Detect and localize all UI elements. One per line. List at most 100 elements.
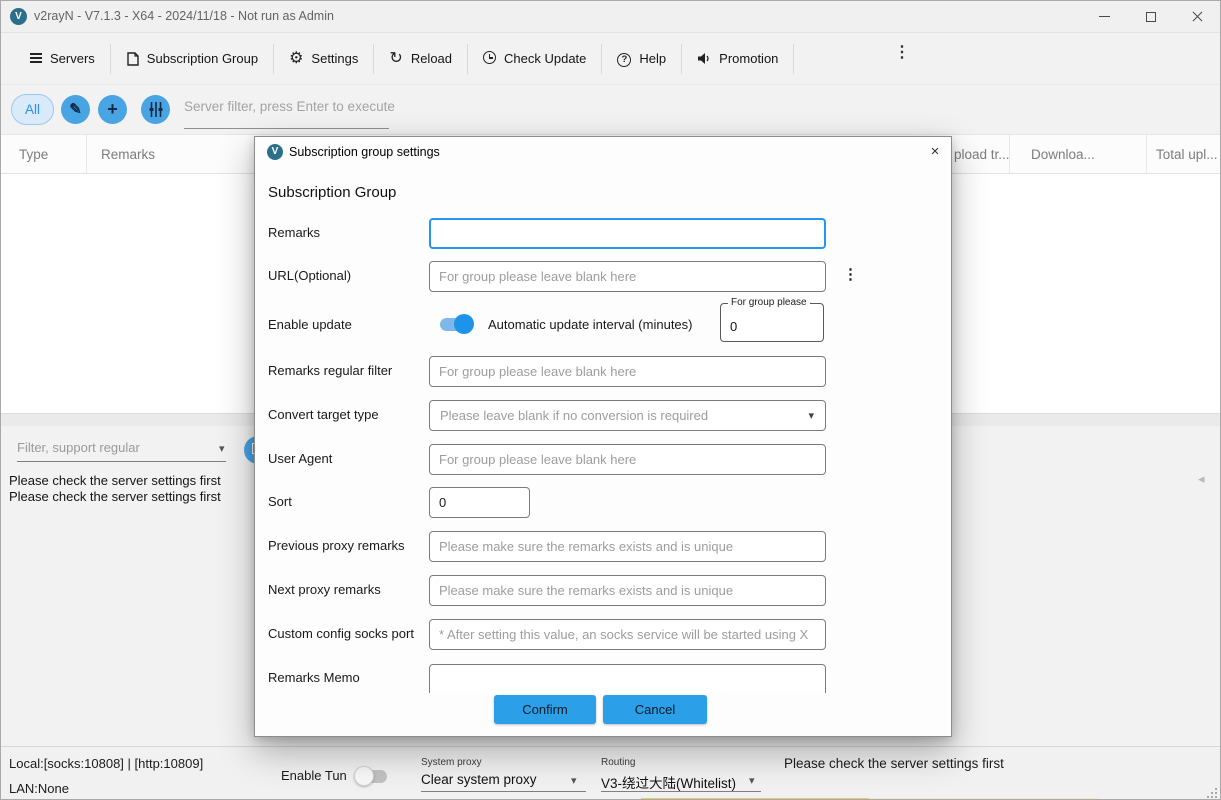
chevron-down-icon: ▾ (749, 774, 755, 787)
window-title: v2rayN - V7.1.3 - X64 - 2024/11/18 - Not… (34, 1, 334, 32)
sort-filter-button[interactable] (141, 95, 170, 124)
maximize-icon (1146, 12, 1156, 22)
previous-proxy-remarks-input[interactable] (429, 531, 826, 562)
system-proxy-underline (421, 791, 586, 792)
label-custom-config-socks-port: Custom config socks port (268, 626, 414, 641)
label-previous-proxy-remarks: Previous proxy remarks (268, 538, 405, 553)
close-button[interactable] (1174, 1, 1220, 32)
update-interval-field[interactable]: For group please 0 (720, 303, 824, 342)
maximize-button[interactable] (1128, 1, 1174, 32)
menu-overflow-kebab-icon[interactable]: ⋮ (894, 42, 910, 62)
reload-icon: ↻ (389, 51, 402, 67)
column-header-type[interactable]: Type (19, 147, 48, 162)
url-more-kebab-icon[interactable]: ⋮ (843, 265, 858, 283)
confirm-button[interactable]: Confirm (494, 695, 596, 724)
edit-group-button[interactable]: ✎ (61, 95, 90, 124)
label-remarks-memo: Remarks Memo (268, 670, 360, 685)
routing-label: Routing (601, 757, 635, 768)
chevron-down-icon: ▾ (571, 774, 577, 787)
menu-subscription-group[interactable]: Subscription Group (111, 43, 273, 75)
dialog-title: Subscription group settings (289, 145, 440, 159)
column-header-remarks[interactable]: Remarks (101, 147, 155, 162)
minimize-icon (1099, 16, 1110, 17)
servers-icon (30, 52, 42, 66)
local-ports-text: Local:[socks:10808] | [http:10809] (9, 756, 203, 771)
next-proxy-remarks-input[interactable] (429, 575, 826, 606)
label-remarks: Remarks (268, 225, 320, 240)
update-interval-value: 0 (730, 319, 737, 334)
resize-grip[interactable] (1215, 796, 1217, 798)
promotion-icon (697, 52, 711, 65)
menu-label: Subscription Group (147, 51, 258, 66)
group-tab-all[interactable]: All (11, 94, 54, 125)
pencil-icon: ✎ (61, 95, 90, 124)
log-message: Please check the server settings first (9, 489, 221, 504)
system-proxy-select[interactable]: Clear system proxy (421, 772, 537, 787)
enable-update-toggle[interactable] (437, 314, 474, 334)
cancel-button[interactable]: Cancel (603, 695, 707, 724)
menu-divider (793, 44, 794, 74)
menu-label: Servers (50, 51, 95, 66)
help-icon: ? (617, 50, 631, 67)
label-sort: Sort (268, 494, 292, 509)
sliders-icon (141, 95, 170, 117)
select-placeholder: Please leave blank if no conversion is r… (440, 408, 708, 423)
column-header-total-upload[interactable]: Total upl... (1156, 147, 1218, 162)
label-url-optional: URL(Optional) (268, 268, 351, 283)
column-header-download[interactable]: Downloa... (1031, 147, 1095, 162)
log-message: Please check the server settings first (9, 473, 221, 488)
subscription-group-icon (126, 52, 139, 66)
log-filter-combobox[interactable]: Filter, support regular (17, 440, 140, 455)
convert-target-type-select[interactable]: Please leave blank if no conversion is r… (429, 400, 826, 431)
routing-select[interactable]: V3-绕过大陆(Whitelist) (601, 772, 736, 792)
menu-bar: Servers Subscription Group ⚙ Settings ↻ … (1, 33, 1220, 85)
v2rayn-logo-icon: V (267, 144, 283, 160)
enable-tun-label: Enable Tun (281, 768, 347, 783)
url-input[interactable] (429, 261, 826, 292)
log-filter-underline (17, 461, 226, 462)
menu-check-update[interactable]: Check Update (468, 43, 601, 75)
enable-tun-toggle[interactable] (354, 766, 391, 786)
column-header-upload[interactable]: pload tr... (954, 147, 1010, 162)
menu-label: Reload (411, 51, 452, 66)
column-divider (1009, 135, 1010, 174)
add-group-button[interactable]: + (98, 95, 127, 124)
remarks-input[interactable] (429, 218, 826, 249)
gear-icon: ⚙ (289, 51, 303, 67)
server-filter-input[interactable]: Server filter, press Enter to execute (184, 99, 395, 114)
routing-underline (601, 791, 761, 792)
toggle-thumb (454, 314, 474, 334)
check-update-icon (483, 51, 496, 66)
menu-reload[interactable]: ↻ Reload (374, 43, 467, 75)
plus-icon: + (98, 95, 127, 124)
dialog-title-bar: V Subscription group settings × (255, 137, 951, 167)
menu-help[interactable]: ? Help (602, 43, 681, 75)
v2rayn-logo-icon: V (10, 8, 27, 25)
column-divider (1146, 135, 1147, 174)
dialog-close-icon[interactable]: × (923, 141, 947, 163)
minimize-button[interactable] (1082, 1, 1128, 32)
lan-text: LAN:None (9, 781, 69, 796)
menu-promotion[interactable]: Promotion (682, 43, 793, 75)
menu-label: Promotion (719, 51, 778, 66)
label-next-proxy-remarks: Next proxy remarks (268, 582, 381, 597)
remarks-regular-filter-input[interactable] (429, 356, 826, 387)
update-interval-floating-label: For group please (728, 297, 810, 308)
label-enable-update: Enable update (268, 317, 352, 332)
menu-servers[interactable]: Servers (15, 43, 110, 75)
custom-config-socks-port-input[interactable] (429, 619, 826, 650)
server-toolbar: All ✎ + Server filter, press Enter to ex… (1, 85, 1220, 134)
menu-label: Check Update (504, 51, 586, 66)
menu-settings[interactable]: ⚙ Settings (274, 43, 373, 75)
status-bar: Local:[socks:10808] | [http:10809] LAN:N… (1, 746, 1220, 800)
title-bar: V v2rayN - V7.1.3 - X64 - 2024/11/18 - N… (1, 1, 1220, 33)
chevron-down-icon: ▾ (219, 442, 225, 455)
label-user-agent: User Agent (268, 451, 332, 466)
menu-label: Settings (311, 51, 358, 66)
toggle-thumb (354, 766, 374, 786)
server-filter-underline (184, 128, 389, 129)
sort-input[interactable] (429, 487, 530, 518)
user-agent-input[interactable] (429, 444, 826, 475)
chevron-left-icon[interactable]: ◂ (1198, 471, 1205, 487)
dialog-footer: Confirm Cancel (255, 693, 951, 736)
